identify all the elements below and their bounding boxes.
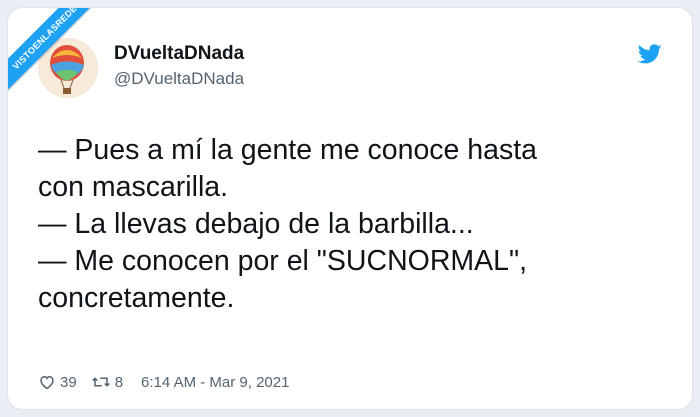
retweet-icon — [91, 377, 110, 387]
tweet-line: — Me conocen por el "SUCNORMAL", — [38, 245, 528, 277]
twitter-bird-icon[interactable] — [637, 42, 662, 66]
tweet-line: concretamente. — [38, 282, 235, 314]
retweet-count: 8 — [114, 373, 124, 391]
tweet-card: VISTOENLASREDES DVueltaDNada @DVueltaDNa… — [8, 8, 692, 409]
tweet-line: — Pues a mí la gente me conoce hasta — [38, 134, 538, 166]
like-count: 39 — [60, 373, 77, 391]
tweet-line: con mascarilla. — [38, 171, 229, 203]
heart-icon — [40, 375, 54, 390]
username[interactable]: @DVueltaDNada — [114, 69, 244, 89]
display-name[interactable]: DVueltaDNada — [114, 43, 244, 65]
retweet-button[interactable]: 8 — [91, 373, 123, 391]
tweet-footer: 39 8 6:14 AM - Mar 9, 2021 — [38, 372, 289, 392]
tweet-line: — La llevas debajo de la barbilla... — [38, 208, 474, 240]
tweet-text: — Pues a mí la gente me conoce hasta con… — [38, 132, 668, 317]
like-button[interactable]: 39 — [38, 373, 77, 391]
timestamp[interactable]: 6:14 AM - Mar 9, 2021 — [141, 374, 289, 391]
